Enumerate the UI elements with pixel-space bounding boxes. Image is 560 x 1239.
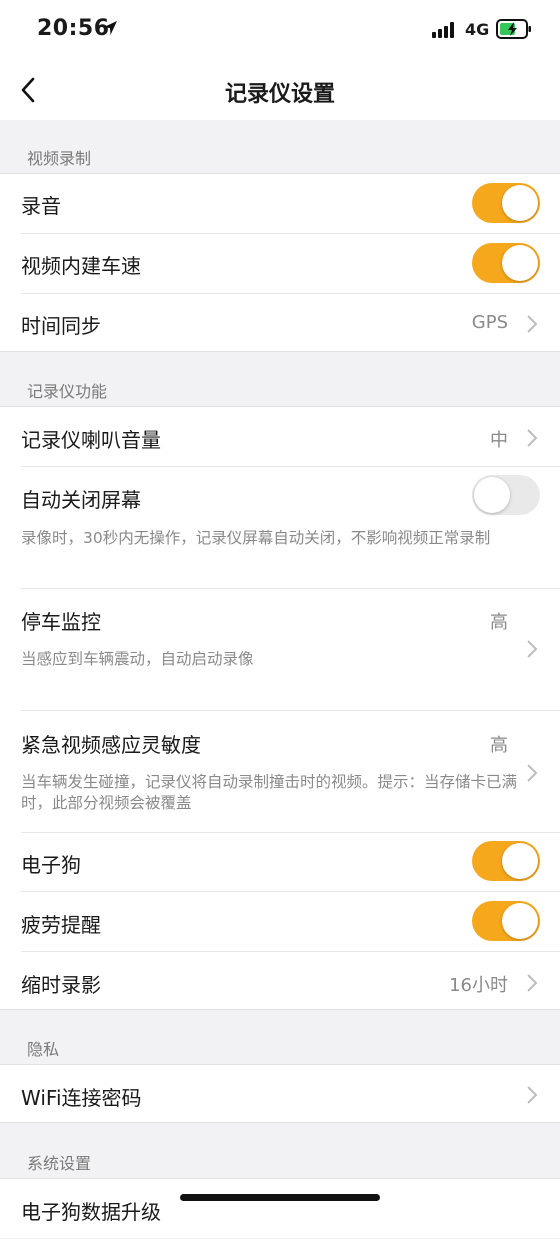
system-settings-group: 电子狗数据升级	[0, 1178, 560, 1238]
setting-title: 停车监控	[21, 610, 101, 634]
setting-title: 时间同步	[21, 314, 101, 338]
auto-screen-off-toggle[interactable]	[472, 475, 540, 515]
setting-row-speed-camera-data-update[interactable]: 电子狗数据升级	[0, 1179, 560, 1239]
chevron-right-icon	[527, 1086, 538, 1104]
setting-row-emergency-sensitivity[interactable]: 紧急视频感应灵敏度 高 当车辆发生碰撞，记录仪将自动录制撞击时的视频。提示：当存…	[0, 711, 560, 832]
page-title: 记录仪设置	[224, 82, 335, 107]
chevron-right-icon	[527, 974, 538, 992]
navigation-bar: 记录仪设置	[0, 60, 560, 120]
fatigue-reminder-toggle[interactable]	[472, 901, 540, 941]
battery-charging-icon	[496, 19, 531, 39]
setting-value: 高	[490, 612, 508, 633]
privacy-settings-group: WiFi连接密码	[0, 1064, 560, 1123]
setting-title: 录音	[21, 194, 61, 218]
section-label-privacy: 隐私	[27, 1040, 60, 1059]
video-speed-toggle[interactable]	[472, 243, 540, 283]
setting-title: 记录仪喇叭音量	[21, 428, 161, 452]
location-arrow-icon	[103, 21, 117, 35]
setting-row-auto-screen-off[interactable]: 自动关闭屏幕 录像时，30秒内无操作，记录仪屏幕自动关闭，不影响视频正常录制	[0, 467, 560, 588]
function-settings-group: 记录仪喇叭音量 中 自动关闭屏幕 录像时，30秒内无操作，记录仪屏幕自动关闭，不…	[0, 406, 560, 1010]
section-label-system: 系统设置	[27, 1154, 92, 1173]
setting-row-fatigue-reminder[interactable]: 疲劳提醒	[0, 892, 560, 951]
setting-title: 缩时录影	[21, 973, 101, 997]
setting-title: 电子狗数据升级	[21, 1200, 161, 1224]
setting-row-timelapse[interactable]: 缩时录影 16小时	[0, 952, 560, 1010]
setting-row-speaker-volume[interactable]: 记录仪喇叭音量 中	[0, 407, 560, 466]
setting-title: 疲劳提醒	[21, 913, 101, 937]
setting-value: 高	[490, 735, 508, 756]
setting-title: 自动关闭屏幕	[21, 488, 141, 512]
setting-description: 当车辆发生碰撞，记录仪将自动录制撞击时的视频。提示：当存储卡已满时，此部分视频会…	[21, 773, 518, 812]
setting-row-record-audio[interactable]: 录音	[0, 174, 560, 233]
network-type: 4G	[465, 20, 490, 39]
setting-row-video-speed[interactable]: 视频内建车速	[0, 234, 560, 293]
status-bar: 20:56 4G	[0, 0, 560, 60]
setting-title: 紧急视频感应灵敏度	[21, 733, 201, 757]
chevron-right-icon	[527, 640, 538, 658]
setting-title: WiFi连接密码	[21, 1086, 142, 1110]
video-settings-group: 录音 视频内建车速 时间同步 GPS	[0, 173, 560, 352]
chevron-right-icon	[527, 429, 538, 447]
chevron-right-icon	[527, 315, 538, 333]
setting-description: 当感应到车辆震动，自动启动录像	[21, 650, 254, 668]
setting-row-speed-camera-alert[interactable]: 电子狗	[0, 833, 560, 891]
record-audio-toggle[interactable]	[472, 183, 540, 223]
home-indicator	[180, 1194, 380, 1201]
section-label-video: 视频录制	[27, 149, 92, 168]
setting-value: 16小时	[449, 975, 508, 996]
setting-title: 电子狗	[21, 853, 81, 877]
setting-description: 录像时，30秒内无操作，记录仪屏幕自动关闭，不影响视频正常录制	[21, 529, 491, 547]
setting-row-wifi-password[interactable]: WiFi连接密码	[0, 1065, 560, 1123]
setting-value: GPS	[471, 312, 508, 333]
setting-value: 中	[490, 430, 508, 451]
setting-row-parking-monitor[interactable]: 停车监控 高 当感应到车辆震动，自动启动录像	[0, 589, 560, 710]
chevron-right-icon	[527, 764, 538, 782]
speed-camera-alert-toggle[interactable]	[472, 841, 540, 881]
signal-icon	[432, 22, 454, 38]
section-label-functions: 记录仪功能	[27, 382, 108, 401]
setting-row-time-sync[interactable]: 时间同步 GPS	[0, 294, 560, 352]
status-time: 20:56	[37, 16, 110, 41]
setting-title: 视频内建车速	[21, 254, 141, 278]
